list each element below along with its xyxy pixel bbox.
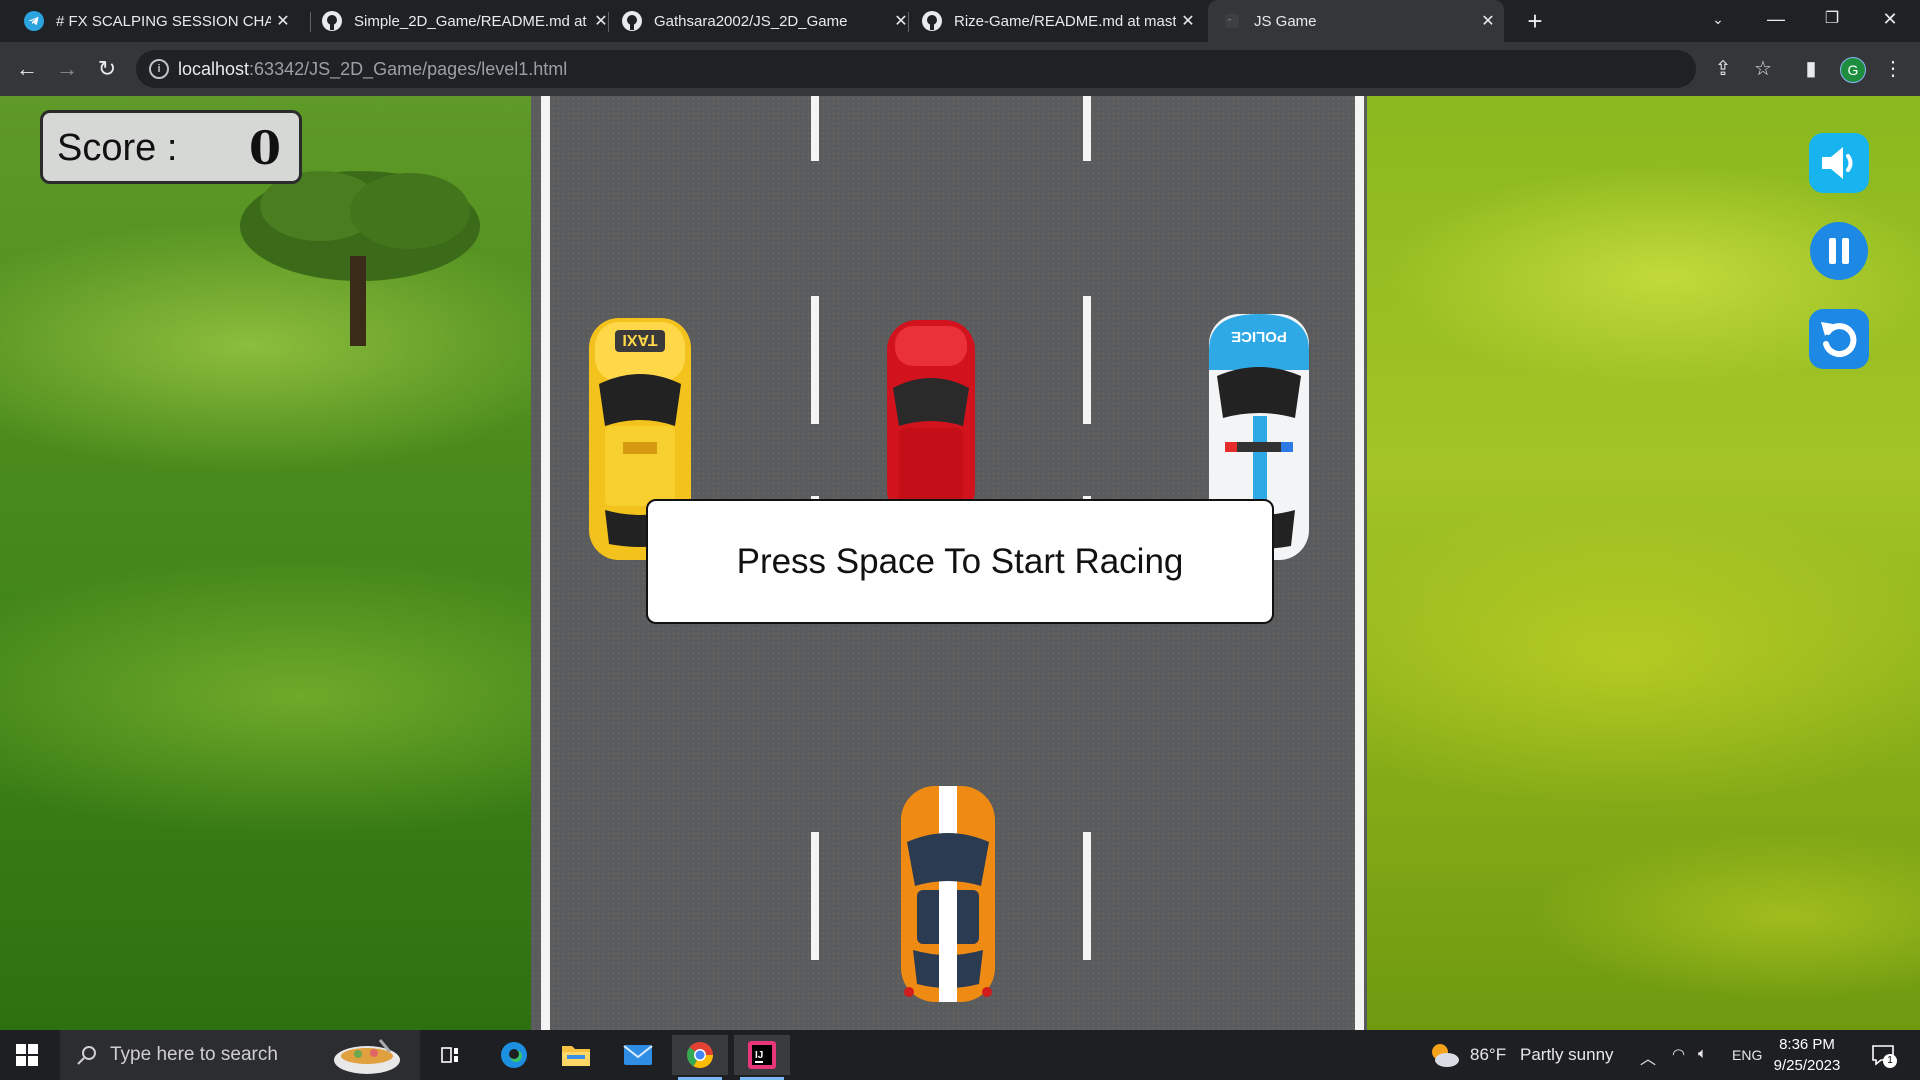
page-icon: ᵔ	[1222, 11, 1242, 31]
player-car	[901, 786, 995, 1002]
score-label: Score :	[57, 127, 178, 169]
close-tab-icon[interactable]: ✕	[589, 11, 613, 31]
restore-button[interactable]: ❐	[1804, 0, 1860, 40]
new-tab-button[interactable]: +	[1520, 6, 1550, 36]
close-tab-icon[interactable]: ✕	[1476, 11, 1500, 31]
system-clock[interactable]: 8:36 PM 9/25/2023	[1752, 1034, 1862, 1076]
github-icon	[922, 11, 942, 31]
lane-marking	[811, 96, 819, 161]
tab-divider	[310, 12, 311, 32]
weather-partly-sunny-icon[interactable]	[1428, 1040, 1460, 1070]
road-edge-right	[1355, 96, 1364, 1030]
svg-text:ᵔ: ᵔ	[1228, 18, 1232, 28]
windows-start-icon[interactable]	[16, 1044, 38, 1066]
tab-divider	[608, 12, 609, 32]
site-info-icon[interactable]: i	[149, 59, 169, 79]
url-text: localhost:63342/JS_2D_Game/pages/level1.…	[178, 59, 568, 79]
close-window-button[interactable]: ✕	[1862, 0, 1918, 40]
taskbar-search-box[interactable]: Type here to search	[60, 1030, 420, 1080]
close-tab-icon[interactable]: ✕	[1176, 11, 1200, 31]
lane-marking	[1083, 296, 1091, 424]
lane-marking	[811, 832, 819, 960]
github-icon	[322, 11, 342, 31]
pause-icon[interactable]	[1808, 220, 1870, 282]
search-highlight-icon	[334, 1039, 400, 1074]
tree-graphic	[240, 171, 480, 346]
tab-divider	[908, 12, 909, 32]
road-edge-left	[541, 96, 550, 1030]
red-car	[887, 320, 975, 508]
tab-github-simple-2d-game[interactable]: Simple_2D_Game/README.md at ✕	[318, 6, 613, 36]
address-bar[interactable]: i localhost:63342/JS_2D_Game/pages/level…	[136, 50, 1696, 88]
network-wifi-icon[interactable]: ◠	[1672, 1045, 1685, 1063]
mail-icon[interactable]	[610, 1035, 666, 1075]
tab-search-button[interactable]: ⌄	[1690, 0, 1746, 40]
minimize-button[interactable]: —	[1748, 0, 1804, 40]
search-placeholder: Type here to search	[110, 1044, 278, 1065]
volume-icon[interactable]: 🔈︎	[1698, 1045, 1707, 1062]
tab-title: Rize-Game/README.md at mast	[954, 12, 1176, 30]
clock-time: 8:36 PM	[1779, 1036, 1835, 1053]
search-icon	[77, 1046, 96, 1065]
tab-telegram[interactable]: # FX SCALPING SESSION CHAT ✕	[20, 6, 295, 36]
back-button[interactable]: ←	[12, 54, 42, 84]
tab-title: JS Game	[1254, 12, 1317, 30]
windows-taskbar: Type here to search IJ 86°F Partly sunny…	[0, 1030, 1920, 1080]
lane-marking	[1083, 832, 1091, 960]
weather-temperature[interactable]: 86°F	[1470, 1045, 1506, 1065]
file-explorer-icon[interactable]	[548, 1035, 604, 1075]
telegram-icon	[24, 11, 44, 31]
police-sign-label: POLICE	[1231, 328, 1287, 345]
lane-marking	[1083, 96, 1091, 161]
reload-button[interactable]: ↻	[92, 54, 122, 84]
edge-browser-icon[interactable]	[486, 1035, 542, 1075]
share-icon[interactable]: ⇪	[1708, 54, 1738, 84]
intellij-idea-icon[interactable]: IJ	[734, 1035, 790, 1080]
profile-avatar[interactable]: G	[1840, 57, 1866, 83]
score-panel: Score : 0	[40, 110, 302, 184]
score-value: 0	[248, 121, 281, 175]
github-icon	[622, 11, 642, 31]
clock-date: 9/25/2023	[1773, 1057, 1841, 1074]
menu-kebab-icon[interactable]: ⋮	[1878, 54, 1908, 84]
game-viewport: TAXI POLICE Score: 0 Press Space To Sta…	[0, 96, 1920, 1030]
task-view-icon[interactable]	[422, 1035, 478, 1075]
tab-title: Gathsara2002/JS_2D_Game	[654, 12, 848, 30]
restart-icon[interactable]	[1808, 308, 1870, 370]
close-tab-icon[interactable]: ✕	[889, 11, 913, 31]
bookmark-star-icon[interactable]: ☆	[1748, 54, 1778, 84]
chrome-taskbar-icon[interactable]	[672, 1035, 728, 1080]
side-panel-icon[interactable]: ▮	[1796, 54, 1826, 84]
svg-text:IJ: IJ	[755, 1050, 763, 1061]
tab-github-rize-game[interactable]: Rize-Game/README.md at mast ✕	[918, 6, 1200, 36]
start-message-text: Press Space To Start Racing	[736, 541, 1184, 581]
lane-marking	[811, 296, 819, 424]
weather-description[interactable]: Partly sunny	[1520, 1045, 1614, 1065]
start-message-dialog: Press Space To Start Racing	[646, 499, 1274, 624]
notification-count-badge: 1	[1883, 1054, 1897, 1068]
forward-button[interactable]: →	[52, 54, 82, 84]
tab-strip: # FX SCALPING SESSION CHAT ✕ Simple_2D_G…	[0, 0, 1920, 42]
close-tab-icon[interactable]: ✕	[271, 11, 295, 31]
tab-title: # FX SCALPING SESSION CHAT	[56, 12, 271, 30]
browser-toolbar: ← → ↻ i localhost:63342/JS_2D_Game/pages…	[0, 42, 1920, 96]
sound-on-icon[interactable]	[1808, 132, 1870, 194]
notification-center-icon[interactable]: 1	[1870, 1042, 1897, 1068]
show-hidden-icons-chevron-icon[interactable]: ︿	[1640, 1045, 1656, 1069]
tab-title: Simple_2D_Game/README.md at	[354, 12, 587, 30]
taxi-sign-label: TAXI	[622, 331, 657, 348]
tab-js-game[interactable]: ᵔ JS Game ✕	[1208, 0, 1504, 42]
tab-github-js-2d-game[interactable]: Gathsara2002/JS_2D_Game ✕	[618, 6, 913, 36]
